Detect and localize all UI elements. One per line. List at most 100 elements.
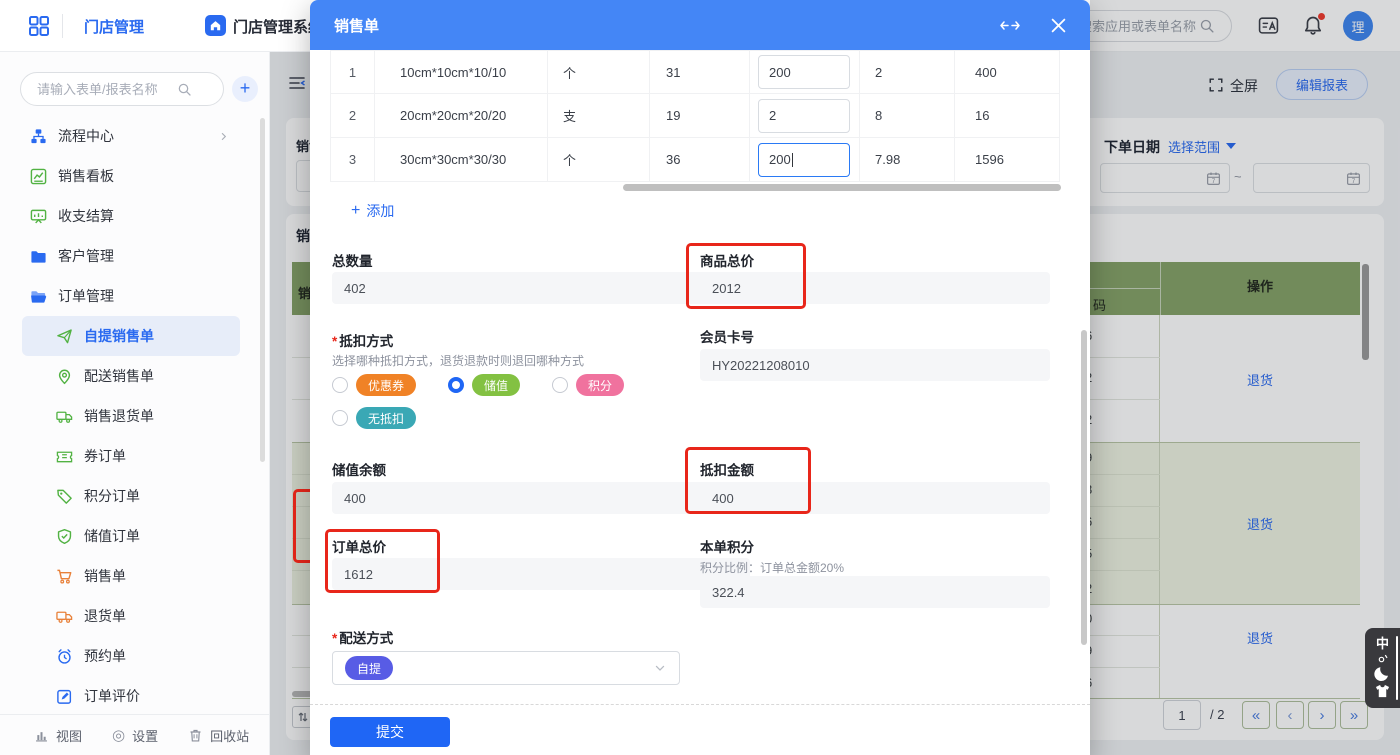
settings-button[interactable]: ◎ 设置 bbox=[112, 726, 158, 745]
order-items-table: 1 10cm*10cm*10/10 个 31 200 2 400 2 20cm*… bbox=[330, 50, 1060, 182]
member-card-label: 会员卡号 bbox=[700, 326, 754, 346]
price-cell: 7.98 bbox=[860, 138, 955, 181]
submit-button[interactable]: 提交 bbox=[330, 717, 450, 747]
sidebar-item-return-order[interactable]: 退货单 bbox=[0, 596, 262, 636]
truck-icon bbox=[56, 608, 73, 625]
sidebar-item-stored-value-order[interactable]: 储值订单 bbox=[0, 516, 262, 556]
table-row: 1 10cm*10cm*10/10 个 31 200 2 400 bbox=[330, 50, 1060, 94]
moon-icon[interactable] bbox=[1374, 665, 1391, 682]
amount-cell: 1596 bbox=[955, 138, 1060, 181]
total-qty-label: 总数量 bbox=[332, 250, 373, 270]
table-row: 3 30cm*30cm*30/30 个 36 200 7.98 1596 bbox=[330, 138, 1060, 182]
alarm-clock-icon bbox=[56, 648, 73, 665]
app-name[interactable]: 门店管理 bbox=[84, 16, 144, 37]
table-row: 2 20cm*20cm*20/20 支 19 2 8 16 bbox=[330, 94, 1060, 138]
language-toggle[interactable]: 中 bbox=[1376, 633, 1389, 652]
truck-icon bbox=[56, 408, 73, 425]
stored-value-pill[interactable]: 储值 bbox=[472, 374, 520, 396]
sidebar-scrollbar[interactable] bbox=[260, 118, 265, 462]
sidebar: + 流程中心 销售看板 收支结算 客户管理 订单管理 自提销售单 bbox=[0, 52, 270, 755]
home-icon[interactable] bbox=[205, 15, 226, 36]
org-chart-icon bbox=[30, 128, 47, 145]
shirt-icon[interactable] bbox=[1375, 684, 1390, 698]
sidebar-item-sales-order[interactable]: 销售单 bbox=[0, 556, 262, 596]
add-row-button[interactable]: + 添加 bbox=[351, 201, 394, 221]
radio-stored-selected[interactable] bbox=[448, 377, 464, 393]
total-qty-field: 402 bbox=[332, 272, 750, 304]
modal-scrollbar[interactable] bbox=[1081, 330, 1087, 645]
folder-open-icon bbox=[30, 288, 47, 305]
sidebar-item-reservation-order[interactable]: 预约单 bbox=[0, 636, 262, 676]
sidebar-search[interactable] bbox=[20, 72, 224, 106]
sidebar-item-sales-dashboard[interactable]: 销售看板 bbox=[0, 156, 262, 196]
quantity-input-focused[interactable]: 200 bbox=[758, 143, 850, 177]
stock-cell: 19 bbox=[650, 94, 750, 137]
sidebar-item-process-center[interactable]: 流程中心 bbox=[0, 116, 262, 156]
goods-total-field: 2012 bbox=[700, 272, 1050, 304]
quantity-input[interactable]: 2 bbox=[758, 99, 850, 133]
goods-total-label: 商品总价 bbox=[700, 250, 754, 270]
cart-icon bbox=[56, 568, 73, 585]
deduct-method-help: 选择哪种抵扣方式，退货退款时则退回哪种方式 bbox=[332, 352, 584, 369]
coupon-pill[interactable]: 优惠券 bbox=[356, 374, 416, 396]
order-points-field: 322.4 bbox=[700, 576, 1050, 608]
recycle-bin-button[interactable]: 回收站 bbox=[188, 726, 249, 745]
sidebar-search-input[interactable] bbox=[37, 82, 177, 97]
radio-points[interactable] bbox=[552, 377, 568, 393]
badge-check-icon bbox=[56, 528, 73, 545]
sidebar-item-pickup-sales-order[interactable]: 自提销售单 bbox=[22, 316, 240, 356]
folder-icon bbox=[30, 248, 47, 265]
quantity-input[interactable]: 200 bbox=[758, 55, 850, 89]
widget-scrollbar bbox=[1396, 636, 1399, 700]
order-points-help: 积分比例：订单总金额20% bbox=[700, 559, 844, 576]
presentation-chart-icon bbox=[30, 208, 47, 225]
deduct-method-label: 抵扣方式 bbox=[332, 330, 393, 350]
row-index: 1 bbox=[330, 51, 375, 93]
radio-coupon[interactable] bbox=[332, 377, 348, 393]
sidebar-item-points-order[interactable]: 积分订单 bbox=[0, 476, 262, 516]
ticket-icon bbox=[56, 448, 73, 465]
amount-cell: 16 bbox=[955, 94, 1060, 137]
sidebar-item-order-management[interactable]: 订单管理 bbox=[0, 276, 262, 316]
spec-cell: 10cm*10cm*10/10 bbox=[375, 51, 548, 93]
chevron-down-icon bbox=[653, 661, 667, 675]
small-glyph-icon bbox=[1378, 654, 1388, 663]
close-modal-icon[interactable] bbox=[1051, 18, 1066, 33]
sidebar-item-coupon-order[interactable]: 券订单 bbox=[0, 436, 262, 476]
qty-cell: 200 bbox=[750, 138, 860, 181]
stock-cell: 31 bbox=[650, 51, 750, 93]
stored-balance-label: 储值余额 bbox=[332, 459, 386, 479]
table-horizontal-scrollbar[interactable] bbox=[623, 184, 1061, 191]
sidebar-item-order-review[interactable]: 订单评价 bbox=[0, 676, 262, 716]
views-button[interactable]: 视图 bbox=[34, 726, 82, 745]
chart-board-icon bbox=[30, 168, 47, 185]
deduct-options-row-2: 无抵扣 bbox=[332, 407, 416, 429]
gear-icon: ◎ bbox=[112, 728, 125, 743]
radio-no-deduct[interactable] bbox=[332, 410, 348, 426]
app-grid-icon[interactable] bbox=[28, 15, 50, 37]
order-points-label: 本单积分 bbox=[700, 536, 754, 556]
modal-title: 销售单 bbox=[334, 15, 379, 36]
add-form-button[interactable]: + bbox=[232, 76, 258, 102]
modal-header: 销售单 bbox=[310, 0, 1090, 50]
sidebar-footer: 视图 ◎ 设置 回收站 bbox=[0, 714, 269, 755]
no-deduct-pill[interactable]: 无抵扣 bbox=[356, 407, 416, 429]
sidebar-item-delivery-sales-order[interactable]: 配送销售单 bbox=[0, 356, 262, 396]
points-pill[interactable]: 积分 bbox=[576, 374, 624, 396]
order-total-field: 1612 bbox=[332, 558, 750, 590]
sidebar-menu: 流程中心 销售看板 收支结算 客户管理 订单管理 自提销售单 配送销售单 bbox=[0, 116, 262, 716]
expand-modal-icon[interactable] bbox=[999, 19, 1021, 32]
sales-order-modal: 销售单 1 10cm*10cm*10/10 个 31 200 2 400 2 2… bbox=[310, 0, 1090, 755]
delivery-method-select[interactable]: 自提 bbox=[332, 651, 680, 685]
tag-icon bbox=[56, 488, 73, 505]
qty-cell: 2 bbox=[750, 94, 860, 137]
edit-pen-icon bbox=[56, 688, 73, 705]
deduct-amount-field: 400 bbox=[700, 482, 1050, 514]
plus-icon: + bbox=[351, 202, 360, 220]
sidebar-item-customer-management[interactable]: 客户管理 bbox=[0, 236, 262, 276]
sidebar-item-sales-return-order[interactable]: 销售退货单 bbox=[0, 396, 262, 436]
sidebar-item-income-settlement[interactable]: 收支结算 bbox=[0, 196, 262, 236]
trash-icon bbox=[188, 728, 203, 743]
deduct-options-row-1: 优惠券 储值 积分 bbox=[332, 374, 624, 396]
stock-cell: 36 bbox=[650, 138, 750, 181]
